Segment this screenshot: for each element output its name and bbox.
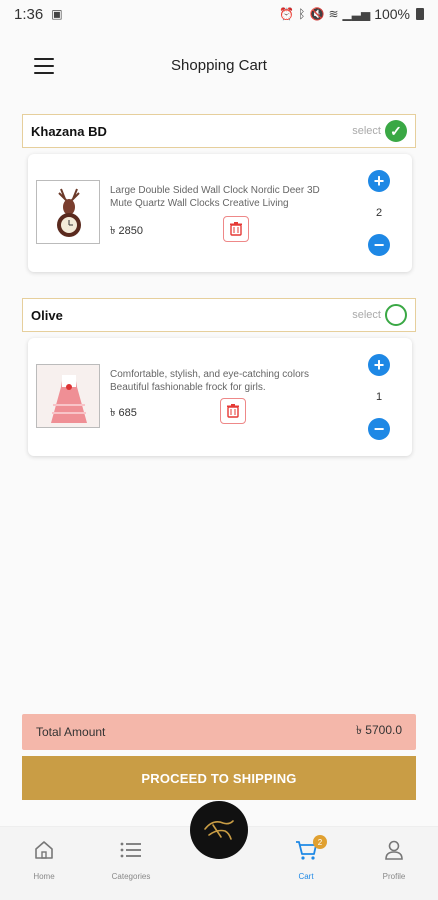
trash-icon — [230, 222, 242, 236]
quantity-value: 1 — [375, 391, 383, 403]
nav-profile-label: Profile — [382, 872, 406, 881]
status-bar: 1:36 ▣ ⏰ ᛒ 🔇 ≋ ▁▃▅ 100% — [0, 0, 438, 28]
alarm-icon: ⏰ — [279, 7, 295, 21]
gallery-notification-icon: ▣ — [51, 7, 63, 21]
proceed-to-shipping-button[interactable]: PROCEED TO SHIPPING — [22, 756, 416, 800]
product-price: ৳ 685 — [110, 407, 137, 419]
wifi-icon: ≋ — [328, 7, 339, 21]
battery-icon — [416, 8, 424, 20]
status-time: 1:36 — [14, 5, 44, 23]
delete-item-button[interactable] — [223, 216, 249, 242]
delete-item-button[interactable] — [220, 398, 246, 424]
select-unchecked-icon[interactable] — [385, 304, 407, 326]
product-description: Large Double Sided Wall Clock Nordic Dee… — [110, 185, 320, 209]
shop-header-khazana: Khazana BD select ✓ — [22, 114, 416, 148]
nav-home[interactable]: Home — [9, 839, 79, 881]
bluetooth-icon: ᛒ — [298, 7, 306, 21]
home-icon — [35, 841, 53, 859]
nav-categories[interactable]: Categories — [96, 839, 166, 881]
product-description: Comfortable, stylish, and eye-catching c… — [110, 369, 309, 393]
center-logo-button[interactable] — [190, 801, 248, 859]
product-image-frock — [36, 364, 100, 428]
nav-categories-label: Categories — [111, 872, 151, 881]
increase-qty-button[interactable]: + — [368, 354, 390, 376]
decrease-qty-button[interactable]: − — [368, 234, 390, 256]
nav-home-label: Home — [33, 872, 55, 881]
brand-logo-icon — [204, 820, 234, 840]
nav-cart-label: Cart — [298, 872, 314, 881]
battery-percent: 100% — [374, 6, 410, 22]
decrease-qty-button[interactable]: − — [368, 418, 390, 440]
profile-icon — [385, 840, 403, 860]
trash-icon — [227, 404, 239, 418]
select-label: select — [352, 125, 381, 137]
signal-icon: ▁▃▅ — [342, 7, 371, 21]
select-checked-icon[interactable]: ✓ — [385, 120, 407, 142]
cart-item-card: Large Double Sided Wall Clock Nordic Dee… — [28, 154, 412, 272]
cart-badge: 2 — [313, 835, 327, 849]
total-value: ৳ 5700.0 — [355, 723, 402, 737]
shop-name: Khazana BD — [31, 123, 107, 139]
total-amount-bar: Total Amount ৳ 5700.0 — [22, 714, 416, 750]
list-icon — [120, 842, 141, 858]
nav-cart[interactable]: 2 Cart — [271, 835, 341, 881]
total-label: Total Amount — [36, 725, 106, 739]
shop-name: Olive — [31, 307, 63, 323]
increase-qty-button[interactable]: + — [368, 170, 390, 192]
mute-icon: 🔇 — [309, 7, 325, 21]
quantity-value: 2 — [375, 207, 383, 219]
page-title: Shopping Cart — [171, 57, 267, 74]
select-label: select — [352, 309, 381, 321]
product-image-clock — [36, 180, 100, 244]
app-header: Shopping Cart — [0, 48, 438, 84]
shop-header-olive: Olive select — [22, 298, 416, 332]
cart-item-card: Comfortable, stylish, and eye-catching c… — [28, 338, 412, 456]
product-price: ৳ 2850 — [110, 225, 144, 237]
nav-profile[interactable]: Profile — [359, 839, 429, 881]
